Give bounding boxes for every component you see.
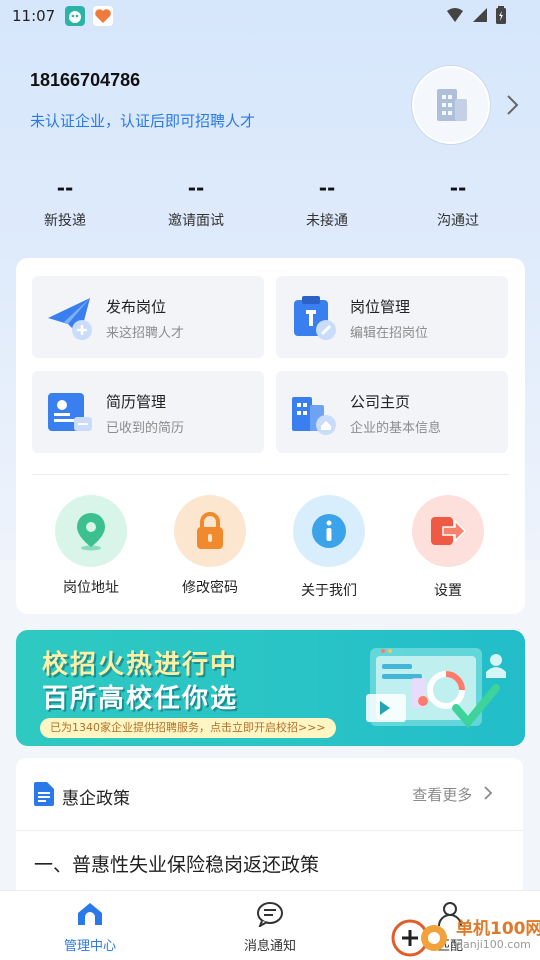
nav-notifications[interactable]: 消息通知 [210, 901, 330, 954]
company-homepage-tile[interactable]: 公司主页 企业的基本信息 [276, 371, 508, 453]
certification-tip-link[interactable]: 未认证企业，认证后即可招聘人才 [30, 110, 255, 131]
watermark-url: danji100.com [456, 938, 531, 951]
stat-interview-invites[interactable]: -- 邀请面试 [146, 172, 246, 230]
battery-icon [496, 6, 506, 24]
banner-headline: 校招火热进行中 [42, 650, 239, 680]
settings-button[interactable]: 设置 [393, 495, 503, 600]
home-icon [78, 903, 102, 925]
action-label: 关于我们 [301, 583, 357, 599]
resume-icon [48, 393, 92, 431]
card-divider [32, 474, 509, 475]
watermark-text: 单机100网 [456, 919, 540, 939]
chevron-right-icon [484, 786, 493, 800]
banner-subheadline: 百所高校任你选 [42, 684, 239, 714]
status-time: 11:07 [12, 7, 56, 25]
building-icon [437, 89, 467, 121]
heart-app-icon [93, 6, 114, 26]
policy-section: 惠企政策 查看更多 一、普惠性失业保险稳岗返还政策 [16, 758, 523, 898]
policy-title: 惠企政策 [62, 789, 130, 809]
stat-value: -- [187, 176, 205, 200]
about-us-button[interactable]: 关于我们 [274, 495, 384, 600]
job-management-icon [294, 296, 336, 340]
job-management-tile[interactable]: 岗位管理 编辑在招岗位 [276, 276, 508, 358]
company-avatar[interactable] [412, 66, 490, 144]
stat-value: -- [56, 176, 74, 200]
view-more-link[interactable]: 查看更多 [412, 784, 493, 805]
action-label: 修改密码 [182, 580, 238, 596]
lock-icon [174, 495, 246, 567]
wifi-icon [447, 8, 463, 22]
view-more-label: 查看更多 [412, 786, 473, 804]
watermark-logo-icon [391, 919, 447, 957]
tile-title: 岗位管理 [350, 298, 411, 316]
banner-cta: 已为1340家企业提供招聘服务，点击立即开启校招>>> [40, 718, 336, 738]
banner-illustration [366, 648, 506, 729]
recruit-stats: -- 新投递 -- 邀请面试 -- 未接通 -- 沟通过 [0, 172, 540, 242]
tile-subtitle: 企业的基本信息 [350, 421, 442, 436]
stat-label: 邀请面试 [168, 213, 224, 229]
tile-subtitle: 已收到的简历 [106, 421, 185, 436]
message-icon [257, 902, 283, 929]
site-watermark: 单机100网 danji100.com [390, 910, 540, 960]
resume-management-tile[interactable]: 简历管理 已收到的简历 [32, 371, 264, 453]
publish-job-tile[interactable]: 发布岗位 来这招聘人才 [32, 276, 264, 358]
stat-missed-calls[interactable]: -- 未接通 [277, 172, 377, 230]
account-phone: 18166704786 [30, 70, 141, 90]
status-indicators [446, 6, 506, 24]
job-address-button[interactable]: 岗位地址 [36, 495, 146, 597]
signal-icon [473, 8, 487, 22]
tile-subtitle: 编辑在招岗位 [350, 326, 429, 341]
info-icon [293, 495, 365, 567]
document-icon [34, 782, 54, 806]
nav-label: 消息通知 [243, 939, 296, 954]
stat-new-applications[interactable]: -- 新投递 [15, 172, 115, 230]
action-label: 设置 [434, 583, 462, 599]
nav-management-center[interactable]: 管理中心 [30, 901, 150, 954]
tile-title: 公司主页 [350, 393, 411, 411]
company-building-icon [292, 397, 336, 435]
paper-plane-icon [48, 298, 92, 340]
app-notification-icon [65, 6, 86, 26]
stat-value: -- [449, 176, 467, 200]
logout-icon [412, 495, 484, 567]
campus-recruit-banner[interactable]: 校招火热进行中 百所高校任你选 已为1340家企业提供招聘服务，点击立即开启校招… [16, 630, 525, 746]
change-password-button[interactable]: 修改密码 [155, 495, 265, 597]
stat-label: 新投递 [44, 213, 86, 229]
stat-label: 沟通过 [437, 213, 479, 229]
tile-title: 简历管理 [106, 393, 167, 411]
tile-title: 发布岗位 [106, 298, 167, 316]
status-bar: 11:07 [0, 0, 540, 32]
action-label: 岗位地址 [63, 580, 119, 596]
nav-label: 管理中心 [63, 939, 116, 954]
function-card: 发布岗位 来这招聘人才 岗位管理 编辑在招岗位 简历管理 已收到的简历 公司主页… [16, 258, 525, 614]
policy-list-item[interactable]: 一、普惠性失业保险稳岗返还政策 [34, 850, 319, 877]
location-pin-icon [55, 495, 127, 567]
stat-communicated[interactable]: -- 沟通过 [408, 172, 508, 230]
stat-value: -- [318, 176, 336, 200]
policy-divider [16, 830, 523, 831]
stat-label: 未接通 [306, 213, 348, 229]
tile-subtitle: 来这招聘人才 [106, 326, 185, 341]
chevron-right-icon[interactable] [506, 94, 520, 120]
